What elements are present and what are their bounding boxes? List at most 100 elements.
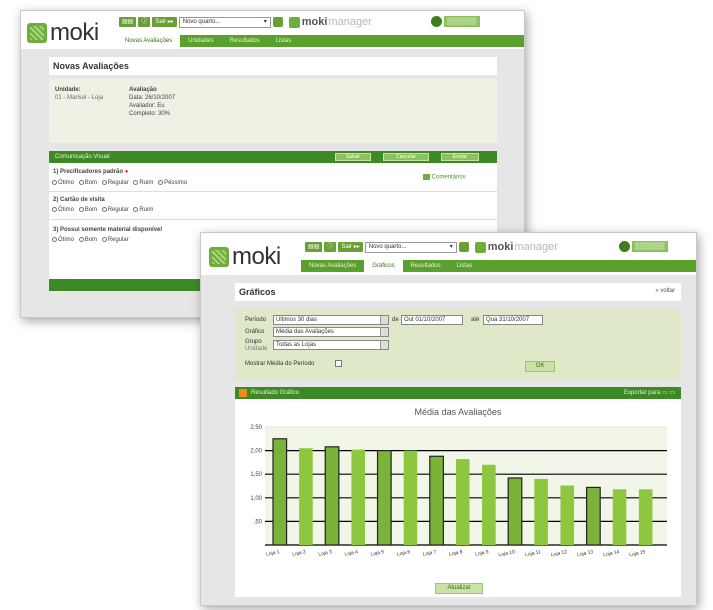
- radio-button[interactable]: [133, 207, 139, 212]
- question-2-label: 2) Cartão de visita: [53, 197, 105, 203]
- update-button[interactable]: Atualizar: [435, 583, 483, 594]
- tab-unidades[interactable]: Unidades: [180, 35, 221, 47]
- chart-title: Média das Avaliações: [414, 407, 502, 417]
- tab-listas[interactable]: Listas: [449, 260, 481, 272]
- chart-bar: [507, 477, 523, 546]
- save-button[interactable]: Salvar: [335, 153, 371, 161]
- chart-type-select[interactable]: Média das Avaliações: [273, 327, 389, 337]
- chevron-down-icon: [380, 328, 388, 336]
- y-tick-label: 1,50: [250, 472, 262, 478]
- radio-button[interactable]: [78, 237, 84, 242]
- info-button[interactable]: ⓘ: [324, 242, 337, 252]
- partner-text: ▒▒▒▒▒▒: [444, 16, 480, 27]
- radio-button[interactable]: [52, 180, 57, 185]
- x-tick-label: Loja 10: [498, 549, 516, 558]
- top-bar: moki ▤▤ ⓘ Sair ▸▸ Novo quarto... ▾ moki …: [21, 11, 524, 49]
- main-nav: Novas Avaliações Gráficos Resultados Lis…: [301, 260, 696, 272]
- logo[interactable]: moki: [27, 19, 99, 47]
- logout-button[interactable]: Sair ▸▸: [338, 242, 363, 252]
- back-link[interactable]: « voltar: [655, 288, 675, 294]
- quick-select[interactable]: Novo quarto... ▾: [178, 16, 271, 28]
- info-button[interactable]: ⓘ: [138, 17, 151, 27]
- x-tick-label: Loja 8: [449, 549, 464, 558]
- group-select[interactable]: Todas as Lojas: [273, 340, 389, 350]
- chart-bar: [324, 446, 340, 546]
- section-header: Comunicação Visual Salvar Cancelar Envia…: [49, 151, 497, 163]
- tab-resultados[interactable]: Resultados: [403, 260, 449, 272]
- question-3-label: 3) Possui somente material disponível: [53, 227, 163, 233]
- unidade-label: Unidade:: [55, 87, 81, 93]
- option-label: Péssimo: [164, 180, 188, 187]
- circle-icon: [619, 241, 630, 252]
- tab-graficos[interactable]: Gráficos: [364, 260, 403, 272]
- group-label: Grupo: [245, 339, 262, 345]
- radio-button[interactable]: [133, 180, 139, 185]
- radio-button[interactable]: [52, 207, 57, 212]
- option-label: Bom: [84, 237, 98, 244]
- x-tick-label: Loja 7: [422, 549, 437, 558]
- question-3-options: Ótimo Bom Regular: [49, 237, 129, 243]
- brand-logo: moki manager: [288, 16, 372, 28]
- export-link[interactable]: Exportar para ▭ ▭: [624, 387, 675, 399]
- radio-button[interactable]: [52, 237, 57, 242]
- radio-button[interactable]: [101, 180, 107, 185]
- date-from-input[interactable]: Out 01/10/2007: [401, 315, 463, 325]
- go-button[interactable]: [458, 242, 469, 252]
- x-tick-label: Loja 3: [318, 549, 333, 558]
- radio-button[interactable]: [78, 207, 84, 212]
- quick-select[interactable]: Novo quarto... ▾: [364, 241, 457, 253]
- option-label: Ruim: [139, 207, 154, 214]
- divider: [49, 219, 497, 220]
- date-to-input[interactable]: Qua 31/10/2007: [483, 315, 543, 325]
- x-tick-label: Loja 13: [577, 549, 595, 558]
- radio-button[interactable]: [101, 207, 107, 212]
- chart-bar: [482, 464, 496, 545]
- chart-bar: [612, 489, 627, 545]
- chart-bar: [351, 449, 365, 545]
- circle-icon: [431, 16, 442, 27]
- y-tick-label: 2,50: [250, 425, 262, 431]
- radio-button[interactable]: [158, 180, 164, 185]
- tab-resultados[interactable]: Resultados: [222, 35, 268, 47]
- tab-novas-avaliacoes[interactable]: Novas Avaliações: [117, 35, 181, 47]
- chart-bar: [403, 450, 418, 545]
- tab-listas[interactable]: Listas: [268, 35, 300, 47]
- chart-bar: [455, 459, 470, 545]
- tab-novas-avaliacoes[interactable]: Novas Avaliações: [301, 260, 364, 272]
- radio-button[interactable]: [101, 237, 107, 242]
- chevron-down-icon: ▾: [263, 18, 267, 25]
- brand-logo: moki manager: [474, 241, 558, 253]
- option-label: Ótimo: [58, 207, 75, 214]
- comments-link[interactable]: Comentários: [423, 174, 466, 181]
- chart-bar: [638, 489, 653, 545]
- chevron-down-icon: [380, 341, 388, 349]
- show-average-checkbox[interactable]: [335, 360, 342, 367]
- home-button[interactable]: ▤▤: [305, 242, 323, 252]
- brand-icon: [288, 16, 300, 28]
- home-button[interactable]: ▤▤: [119, 17, 137, 27]
- option-label: Regular: [107, 180, 129, 187]
- option-label: Regular: [107, 207, 129, 214]
- chevron-down-icon: [380, 316, 388, 324]
- send-button[interactable]: Enviar: [441, 153, 479, 161]
- cancel-button[interactable]: Cancelar: [383, 153, 429, 161]
- required-mark: ●: [124, 169, 129, 175]
- date-to-label: até: [471, 317, 480, 323]
- period-select[interactable]: Últimos 30 dias: [273, 315, 389, 325]
- logo-icon: [209, 247, 229, 267]
- radio-button[interactable]: [78, 180, 84, 185]
- y-tick-label: 2,00: [250, 449, 262, 455]
- ok-button[interactable]: OK: [525, 361, 555, 372]
- logout-button[interactable]: Sair ▸▸: [152, 17, 177, 27]
- x-tick-label: Loja 4: [344, 549, 359, 558]
- chart-panel: Resultado Gráfico Exportar para ▭ ▭ Médi…: [235, 387, 681, 597]
- avaliacao-progress: Completo: 30%: [129, 111, 171, 117]
- logo[interactable]: moki: [209, 243, 281, 271]
- toolbar: ▤▤ ⓘ Sair ▸▸ Novo quarto... ▾ moki manag…: [119, 16, 372, 28]
- brand-suffix: manager: [514, 241, 558, 253]
- partner-logo: ▒▒▒▒▒▒: [619, 241, 668, 252]
- go-button[interactable]: [272, 17, 283, 27]
- question-2: 2) Cartão de visita: [53, 197, 105, 203]
- avaliacao-evaluator: Avaliador: Eu: [129, 103, 165, 109]
- question-1: 1) Precificadores padrão ●: [53, 169, 128, 175]
